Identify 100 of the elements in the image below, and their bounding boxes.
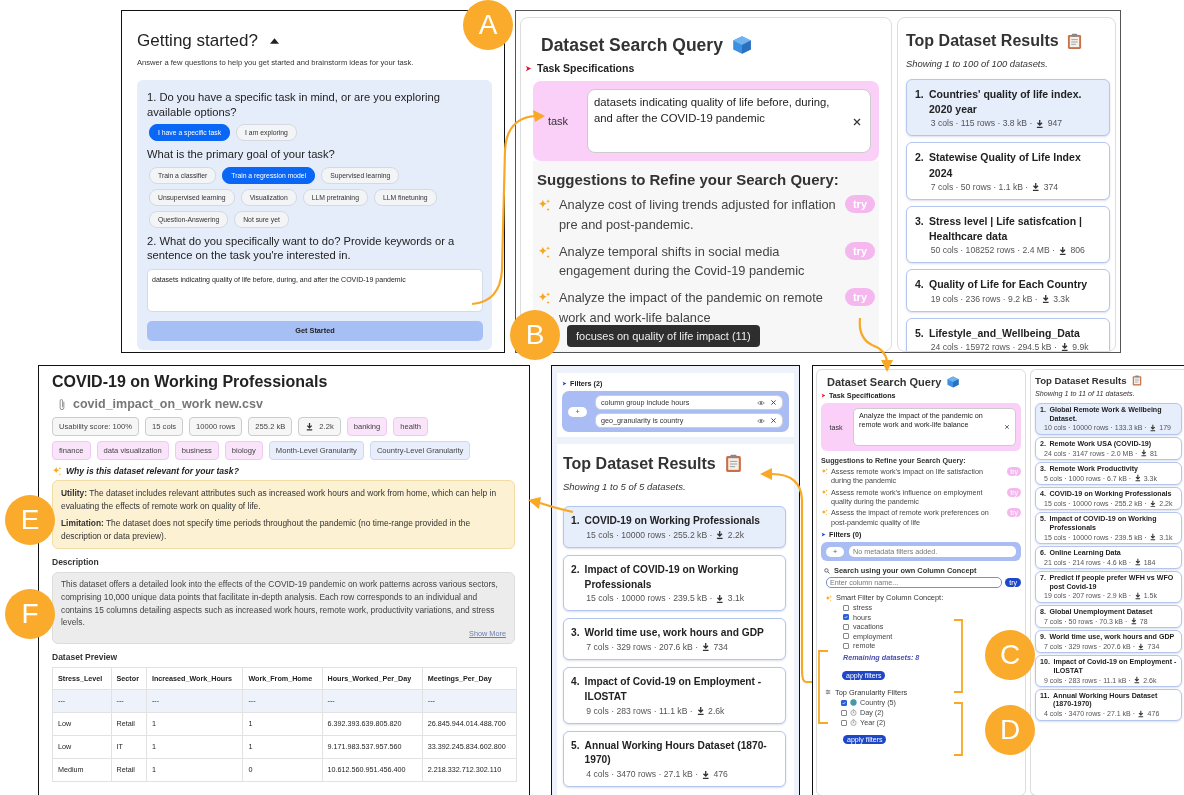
download-count: 734 [713, 642, 728, 653]
download-icon [1139, 449, 1148, 457]
sparkle-icon [821, 468, 828, 475]
download-icon [1059, 342, 1070, 351]
result-card[interactable]: 1. Countries' quality of life index. 2020 year 3 cols · 115 rows · 3.8 kB · 947 [906, 79, 1110, 137]
result-title: Quality of Life for Each Country [929, 277, 1088, 293]
download-count: 3.3k [1053, 293, 1070, 304]
suggestions-title: Suggestions to Refine your Search Query: [537, 171, 840, 188]
sparkle-icon [537, 244, 551, 259]
result-meta: 7 cols · 329 rows · 207.6 kB · [586, 642, 699, 653]
rank-number: 1. [571, 514, 580, 528]
clipboard-icon [1066, 32, 1082, 50]
result-card[interactable]: 1. COVID-19 on Working Professionals 15 cols · 10000 rows · 255.2 kB · 2.2k [563, 506, 786, 548]
task-input-field[interactable]: datasets indicating quality of life before, during, and after the COVID-19 pandemic [587, 89, 871, 153]
result-card[interactable]: 3. Stress level | Life satisfcation | Healthcare data 50 cols · 108252 rows · 2.4 MB · 806 [906, 205, 1110, 264]
sparkle-icon [537, 198, 551, 212]
panel-title: Top Dataset Results [1035, 375, 1127, 386]
result-meta: 9 cols · 283 rows · 11.1 kB · [586, 705, 693, 716]
paperclip-icon [58, 397, 66, 411]
result-card[interactable]: 4. Quality of Life for Each Country 19 cols · 236 rows · 9.2 kB · 3.3k [906, 269, 1110, 312]
cube-icon [730, 34, 753, 56]
result-card[interactable]: 4. Impact of Covid-19 on Employment - ILOSTAT 9 cols · 283 rows · 11.1 kB · 2.6k [563, 667, 786, 724]
result-meta: 19 cols · 236 rows · 9.2 kB · [930, 293, 1038, 304]
filter-icon [825, 689, 831, 696]
checkbox[interactable] [841, 719, 847, 726]
suggestion-text: Analyze temporal shifts in social media engagement during the Covid-19 pandemic [559, 242, 806, 281]
checkbox[interactable] [843, 604, 849, 611]
panel-title: Top Dataset Results [906, 32, 1059, 50]
download-icon [1149, 533, 1157, 541]
result-title: COVID-19 on Working Professionals [584, 514, 760, 528]
task-label: task [546, 115, 570, 127]
arrow [858, 317, 893, 372]
download-icon [305, 422, 315, 431]
download-count: 9.9k [1072, 341, 1089, 351]
close-icon[interactable] [852, 117, 862, 127]
sparkle-icon [52, 466, 62, 476]
result-title: Annual Working Hours Dataset (1870-1970) [584, 738, 768, 768]
rank-number: 2. [915, 150, 924, 166]
section-title: Description [52, 557, 100, 568]
download-icon [695, 705, 706, 716]
cube-icon [946, 375, 961, 389]
rank-number: 3. [571, 626, 580, 641]
result-title: Impact of COVID-19 on Working Professionals [584, 562, 740, 592]
result-meta: 3 cols · 115 rows · 3.8 kB · [930, 118, 1033, 129]
panel-title: Getting started? [137, 31, 258, 51]
download-icon [1133, 474, 1142, 483]
chevron-icon [821, 532, 826, 538]
bracket-line [953, 702, 963, 756]
result-title: Countries' quality of life index. 2020 year [929, 87, 1083, 118]
result-card[interactable]: 2. Statewise Quality of Life Index 2024 7 cols · 50 rows · 1.1 kB · 374 [906, 142, 1110, 200]
rank-number: 4. [915, 277, 924, 293]
result-card[interactable]: 5. Annual Working Hours Dataset (1870-1970) 4 cols · 3470 rows · 27.1 kB · 476 [563, 730, 786, 788]
checkbox[interactable] [843, 623, 849, 630]
download-icon [1133, 676, 1141, 684]
download-icon [1137, 642, 1146, 651]
relevance-title: Why is this dataset relevant for your task? [66, 466, 239, 476]
panel-title: Dataset Search Query [541, 34, 723, 56]
arrow [528, 497, 574, 514]
globe-icon [850, 699, 857, 707]
result-meta: 50 cols · 108252 rows · 2.4 MB · [930, 245, 1055, 256]
checkbox[interactable] [841, 699, 847, 706]
callout-badge: B [510, 310, 560, 360]
checkbox[interactable] [841, 709, 847, 716]
chevron-icon [525, 64, 532, 72]
suggestion-text: Analyze cost of living trends adjusted for inflation pre and post-pandemic. [559, 196, 837, 234]
rank-number: 3. [915, 213, 924, 229]
checkbox[interactable] [843, 633, 849, 640]
question-text: 2. What do you specifically want to do? Provide keywords or a sentence on the task you're interested in. [147, 233, 456, 263]
result-title: Lifestyle_and_Wellbeing_Data [929, 325, 1080, 341]
chevron-icon [562, 381, 567, 386]
panel-title: Dataset Search Query [827, 376, 942, 388]
caret-icon[interactable] [269, 38, 279, 44]
download-icon [1149, 499, 1157, 508]
download-count: 476 [713, 769, 728, 780]
checkbox[interactable] [843, 614, 849, 621]
rank-number: 1. [915, 87, 924, 102]
callout-badge: E [5, 495, 55, 545]
result-card[interactable]: 3. World time use, work hours and GDP 7 cols · 329 rows · 207.6 kB · 734 [563, 618, 786, 661]
result-card[interactable]: 2. Impact of COVID-19 on Working Professionals 15 cols · 10000 rows · 239.5 kB · 3.1k [563, 554, 786, 612]
download-icon [1149, 424, 1157, 432]
close-icon[interactable] [770, 417, 777, 424]
sparkle-icon [821, 488, 828, 496]
download-icon [1137, 709, 1146, 718]
download-count: 2.6k [708, 705, 725, 716]
question-text: 1. Do you have a specific task in mind, or are you exploring available options? [147, 90, 441, 120]
checkbox[interactable] [843, 642, 849, 649]
sparkle-icon [821, 509, 828, 517]
download-icon [715, 593, 725, 604]
close-icon[interactable] [770, 399, 777, 406]
results-count: Showing 1 to 5 of 5 datasets. [563, 481, 687, 492]
download-icon [1129, 617, 1138, 625]
eye-icon[interactable] [757, 417, 765, 424]
result-card[interactable]: 5. Lifestyle_and_Wellbeing_Data 24 cols · 15972 rows · 294.5 kB · 9.9k [906, 317, 1110, 351]
download-icon [1133, 558, 1142, 567]
eye-icon[interactable] [757, 399, 765, 406]
dataset-title: COVID-19 on Working Professionals [52, 373, 329, 391]
result-title: World time use, work hours and GDP [584, 626, 764, 641]
stopwatch-icon [850, 709, 857, 717]
panel-title: Top Dataset Results [563, 454, 716, 473]
result-title: Impact of Covid-19 on Employment - ILOSTAT [584, 675, 763, 704]
